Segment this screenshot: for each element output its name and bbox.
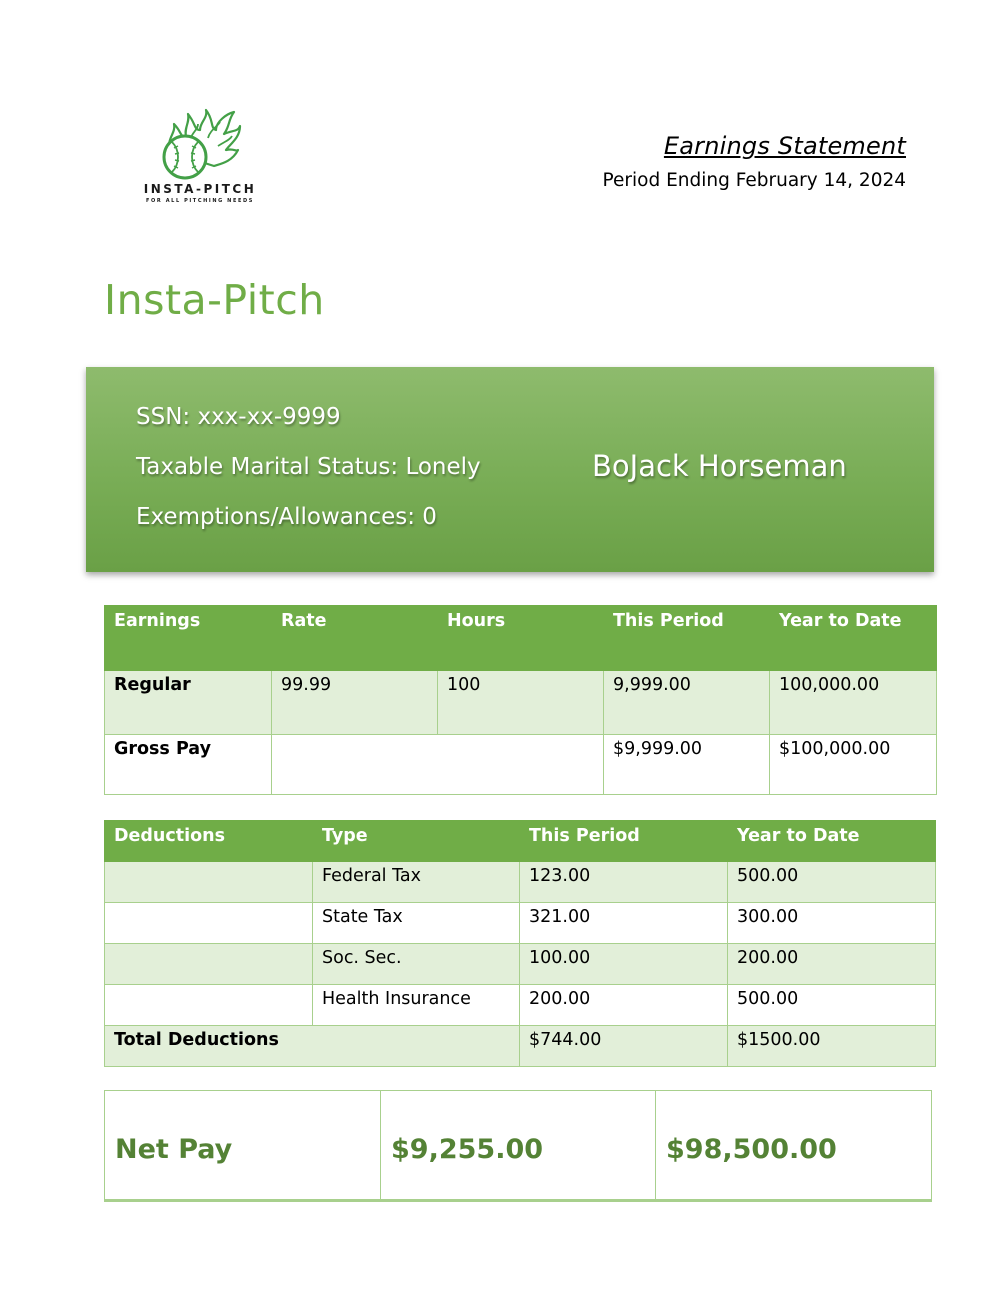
- this-period-cell: 200.00: [519, 984, 728, 1026]
- table-row: Federal Tax 123.00 500.00: [104, 861, 936, 903]
- row-label: Gross Pay: [104, 734, 272, 795]
- ytd-cell: 500.00: [727, 861, 936, 903]
- deductions-header-row: Deductions Type This Period Year to Date: [104, 820, 936, 862]
- rate-cell: 99.99: [271, 670, 438, 735]
- empty-cell: [104, 943, 313, 985]
- logo-name: INSTA-PITCH: [143, 182, 257, 196]
- type-cell: Health Insurance: [312, 984, 520, 1026]
- column-header: Type: [312, 820, 520, 862]
- column-header: Year to Date: [727, 820, 936, 862]
- period-ending: Period Ending February 14, 2024: [602, 170, 906, 191]
- net-pay-ytd: $98,500.00: [655, 1090, 932, 1202]
- marital-status: Taxable Marital Status: Lonely: [136, 454, 481, 480]
- net-pay-row: Net Pay $9,255.00 $98,500.00: [104, 1090, 932, 1202]
- type-cell: Federal Tax: [312, 861, 520, 903]
- table-row: Gross Pay $9,999.00 $100,000.00: [104, 734, 937, 795]
- net-pay-this-period: $9,255.00: [380, 1090, 656, 1202]
- this-period-cell: $9,999.00: [603, 734, 770, 795]
- ytd-cell: 300.00: [727, 902, 936, 944]
- company-name: Insta-Pitch: [104, 276, 325, 324]
- total-row: Total Deductions $744.00 $1500.00: [104, 1025, 936, 1067]
- ytd-cell: 500.00: [727, 984, 936, 1026]
- total-label: Total Deductions: [104, 1025, 520, 1067]
- table-row: State Tax 321.00 300.00: [104, 902, 936, 944]
- hours-cell: 100: [437, 670, 604, 735]
- net-pay-label: Net Pay: [104, 1090, 381, 1202]
- employee-name: BoJack Horseman: [592, 449, 847, 483]
- logo-tagline: FOR ALL PITCHING NEEDS: [146, 198, 254, 204]
- ytd-cell: 200.00: [727, 943, 936, 985]
- this-period-cell: 100.00: [519, 943, 728, 985]
- ytd-cell: 100,000.00: [769, 670, 937, 735]
- earnings-header-row: Earnings Rate Hours This Period Year to …: [104, 605, 937, 671]
- ytd-cell: $100,000.00: [769, 734, 937, 795]
- type-cell: Soc. Sec.: [312, 943, 520, 985]
- this-period-cell: $744.00: [519, 1025, 728, 1067]
- employee-banner: SSN: xxx-xx-9999 Taxable Marital Status:…: [86, 367, 934, 572]
- column-header: Rate: [271, 605, 438, 671]
- ytd-cell: $1500.00: [727, 1025, 936, 1067]
- column-header: Deductions: [104, 820, 313, 862]
- net-pay-table: Net Pay $9,255.00 $98,500.00: [104, 1090, 932, 1202]
- empty-cell: [104, 902, 313, 944]
- column-header: This Period: [603, 605, 770, 671]
- column-header: Hours: [437, 605, 604, 671]
- this-period-cell: 123.00: [519, 861, 728, 903]
- empty-cell: [104, 861, 313, 903]
- table-row: Health Insurance 200.00 500.00: [104, 984, 936, 1026]
- empty-cell: [271, 734, 604, 795]
- table-row: Soc. Sec. 100.00 200.00: [104, 943, 936, 985]
- ssn: SSN: xxx-xx-9999: [136, 404, 341, 430]
- column-header: Earnings: [104, 605, 272, 671]
- table-row: Regular 99.99 100 9,999.00 100,000.00: [104, 670, 937, 735]
- column-header: This Period: [519, 820, 728, 862]
- column-header: Year to Date: [769, 605, 937, 671]
- this-period-cell: 9,999.00: [603, 670, 770, 735]
- empty-cell: [104, 984, 313, 1026]
- row-label: Regular: [104, 670, 272, 735]
- document-title: Earnings Statement: [663, 132, 906, 160]
- flaming-baseball-icon: [162, 108, 242, 180]
- deductions-table: Deductions Type This Period Year to Date…: [104, 820, 936, 1067]
- type-cell: State Tax: [312, 902, 520, 944]
- exemptions: Exemptions/Allowances: 0: [136, 504, 437, 530]
- this-period-cell: 321.00: [519, 902, 728, 944]
- earnings-table: Earnings Rate Hours This Period Year to …: [104, 605, 937, 795]
